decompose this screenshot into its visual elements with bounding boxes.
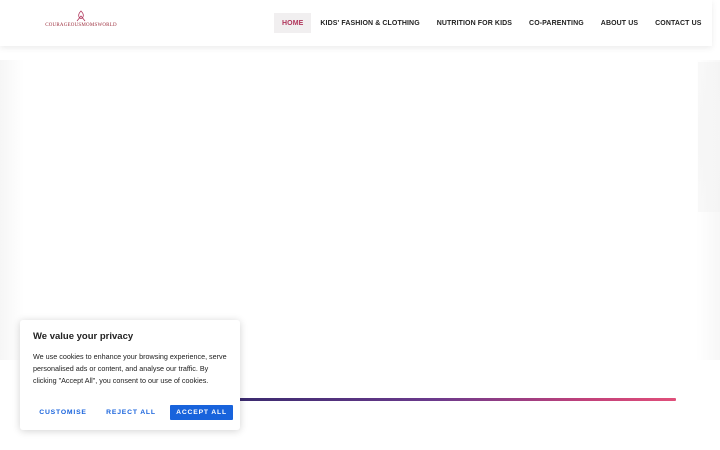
main-nav: HOME KIDS' FASHION & CLOTHING NUTRITION … [274,13,711,33]
nav-item-about-us[interactable]: ABOUT US [593,13,646,33]
cookie-description: We use cookies to enhance your browsing … [33,352,227,385]
accept-all-button[interactable]: ACCEPT ALL [170,405,233,420]
nav-item-co-parenting[interactable]: CO-PARENTING [521,13,592,33]
cookie-consent-banner: We value your privacy We use cookies to … [20,320,240,430]
nav-item-contact-us[interactable]: CONTACT US [647,13,709,33]
gradient-divider [236,398,676,401]
page: COURAGEOUSMOMSWORLD HOME KIDS' FASHION &… [0,0,720,450]
cookie-title: We value your privacy [33,331,134,342]
logo-text: COURAGEOUSMOMSWORLD [45,23,117,28]
nav-item-home[interactable]: HOME [274,13,312,33]
hero-slider-area [0,60,720,360]
nav-item-kids-fashion[interactable]: KIDS' FASHION & CLOTHING [312,13,427,33]
reject-all-button[interactable]: REJECT ALL [99,405,163,420]
site-logo[interactable]: COURAGEOUSMOMSWORLD [45,10,117,34]
slider-edge [698,62,720,212]
customise-button[interactable]: CUSTOMISE [33,405,93,420]
logo-icon [76,10,86,22]
nav-item-nutrition[interactable]: NUTRITION FOR KIDS [429,13,520,33]
site-header: COURAGEOUSMOMSWORLD HOME KIDS' FASHION &… [0,0,712,46]
cookie-actions: CUSTOMISE REJECT ALL ACCEPT ALL [33,405,233,420]
